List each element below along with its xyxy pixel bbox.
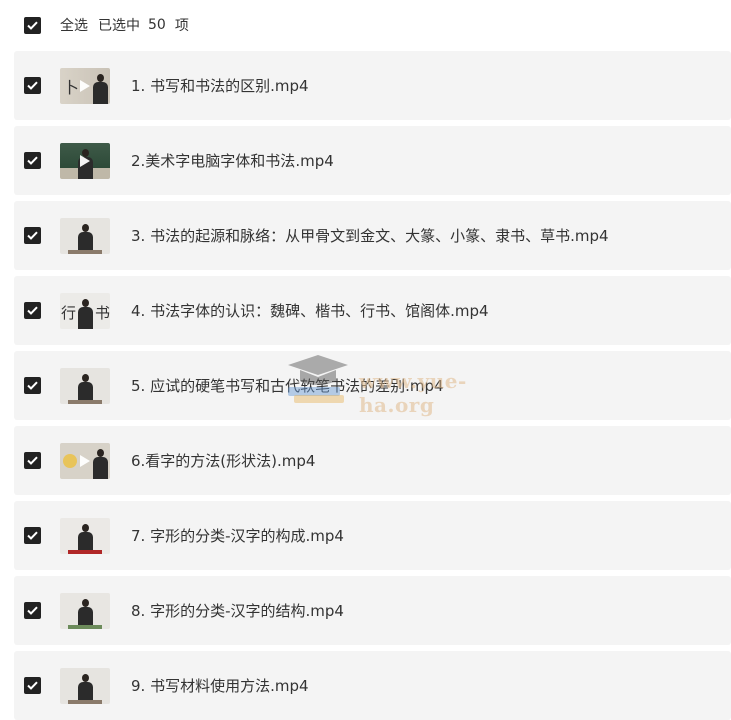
video-thumbnail[interactable] <box>60 592 110 629</box>
file-name[interactable]: 2.美术字电脑字体和书法.mp4 <box>131 150 334 171</box>
file-name[interactable]: 5. 应试的硬笔书写和古代软笔书法的差别.mp4 <box>131 375 444 396</box>
file-checkbox[interactable] <box>24 152 41 169</box>
play-icon <box>80 154 90 167</box>
checkmark-icon <box>27 681 38 690</box>
file-row[interactable]: 行 书 4. 书法字体的认识：魏碑、楷书、行书、馆阁体.mp4 <box>14 276 731 345</box>
video-thumbnail[interactable] <box>60 442 110 479</box>
file-name[interactable]: 6.看字的方法(形状法).mp4 <box>131 450 315 471</box>
file-row[interactable]: 7. 字形的分类-汉字的构成.mp4 <box>14 501 731 570</box>
checkmark-icon <box>27 231 38 240</box>
checkmark-icon <box>27 156 38 165</box>
file-checkbox[interactable] <box>24 227 41 244</box>
file-row[interactable]: 2.美术字电脑字体和书法.mp4 <box>14 126 731 195</box>
checkmark-icon <box>27 606 38 615</box>
video-thumbnail[interactable]: 卜 <box>60 67 110 104</box>
file-row[interactable]: 8. 字形的分类-汉字的结构.mp4 <box>14 576 731 645</box>
file-row[interactable]: 6.看字的方法(形状法).mp4 <box>14 426 731 495</box>
file-list: 卜 1. 书写和书法的区别.mp4 2.美术字电脑字体和书法.mp4 3. 书法… <box>0 0 731 720</box>
file-name[interactable]: 4. 书法字体的认识：魏碑、楷书、行书、馆阁体.mp4 <box>131 300 489 321</box>
file-name[interactable]: 3. 书法的起源和脉络：从甲骨文到金文、大篆、小篆、隶书、草书.mp4 <box>131 225 609 246</box>
video-thumbnail[interactable]: 行 书 <box>60 292 110 329</box>
checkmark-icon <box>27 456 38 465</box>
video-thumbnail[interactable] <box>60 142 110 179</box>
play-icon <box>80 454 90 467</box>
file-row[interactable]: 卜 1. 书写和书法的区别.mp4 <box>14 51 731 120</box>
file-checkbox[interactable] <box>24 677 41 694</box>
file-name[interactable]: 9. 书写材料使用方法.mp4 <box>131 675 309 696</box>
checkmark-icon <box>27 381 38 390</box>
file-row[interactable]: 9. 书写材料使用方法.mp4 <box>14 651 731 720</box>
play-icon <box>80 79 90 92</box>
file-name[interactable]: 8. 字形的分类-汉字的结构.mp4 <box>131 600 344 621</box>
file-row[interactable]: 3. 书法的起源和脉络：从甲骨文到金文、大篆、小篆、隶书、草书.mp4 <box>14 201 731 270</box>
video-thumbnail[interactable] <box>60 667 110 704</box>
file-checkbox[interactable] <box>24 377 41 394</box>
file-checkbox[interactable] <box>24 302 41 319</box>
checkmark-icon <box>27 531 38 540</box>
video-thumbnail[interactable] <box>60 367 110 404</box>
file-checkbox[interactable] <box>24 527 41 544</box>
file-name[interactable]: 7. 字形的分类-汉字的构成.mp4 <box>131 525 344 546</box>
file-row[interactable]: 5. 应试的硬笔书写和古代软笔书法的差别.mp4 <box>14 351 731 420</box>
file-checkbox[interactable] <box>24 452 41 469</box>
video-thumbnail[interactable] <box>60 217 110 254</box>
checkmark-icon <box>27 306 38 315</box>
file-checkbox[interactable] <box>24 77 41 94</box>
checkmark-icon <box>27 81 38 90</box>
video-thumbnail[interactable] <box>60 517 110 554</box>
file-checkbox[interactable] <box>24 602 41 619</box>
file-name[interactable]: 1. 书写和书法的区别.mp4 <box>131 75 309 96</box>
